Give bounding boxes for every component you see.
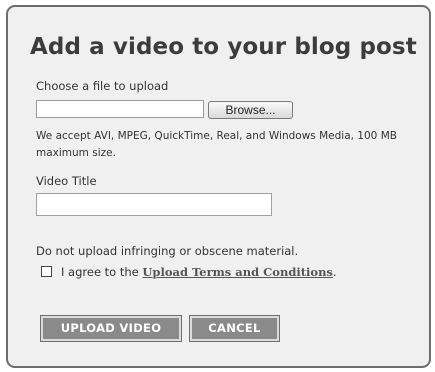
agree-terms-text: I agree to the Upload Terms and Conditio… xyxy=(61,265,337,279)
agree-terms-checkbox[interactable] xyxy=(41,266,52,277)
cancel-button[interactable]: CANCEL xyxy=(189,315,280,342)
file-path-input[interactable] xyxy=(36,100,204,118)
upload-video-button[interactable]: UPLOAD VIDEO xyxy=(40,315,182,342)
video-title-input[interactable] xyxy=(36,193,272,216)
file-upload-label: Choose a file to upload xyxy=(36,79,169,93)
browse-button[interactable]: Browse... xyxy=(208,101,293,119)
upload-video-dialog: Add a video to your blog post Choose a f… xyxy=(6,5,431,368)
dialog-title: Add a video to your blog post xyxy=(30,34,417,60)
agree-suffix: . xyxy=(332,265,337,279)
upload-warning: Do not upload infringing or obscene mate… xyxy=(36,244,299,258)
agree-prefix: I agree to the xyxy=(61,265,143,279)
upload-terms-link[interactable]: Upload Terms and Conditions xyxy=(142,265,333,279)
video-title-label: Video Title xyxy=(36,174,97,188)
accepted-formats-hint: We accept AVI, MPEG, QuickTime, Real, an… xyxy=(36,130,397,159)
